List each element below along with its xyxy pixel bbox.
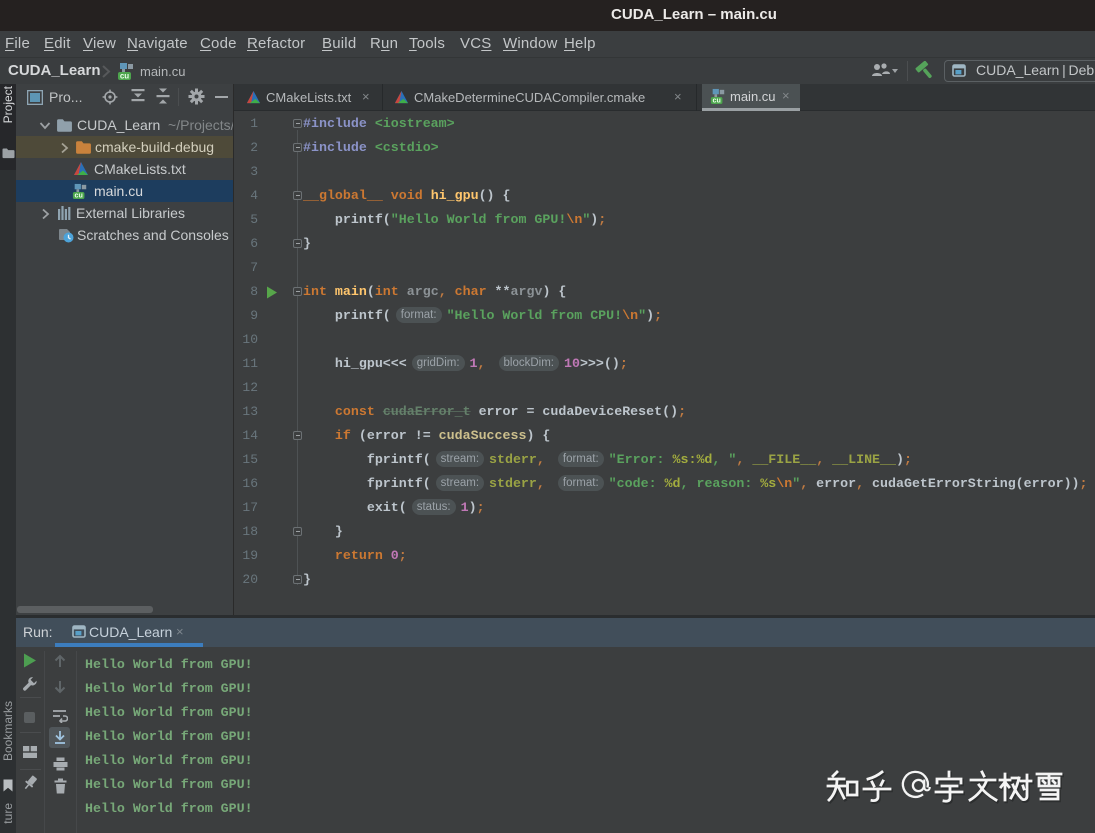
- svg-text:cu: cu: [75, 192, 83, 200]
- svg-text:cu: cu: [120, 72, 129, 81]
- svg-text:cu: cu: [713, 97, 721, 105]
